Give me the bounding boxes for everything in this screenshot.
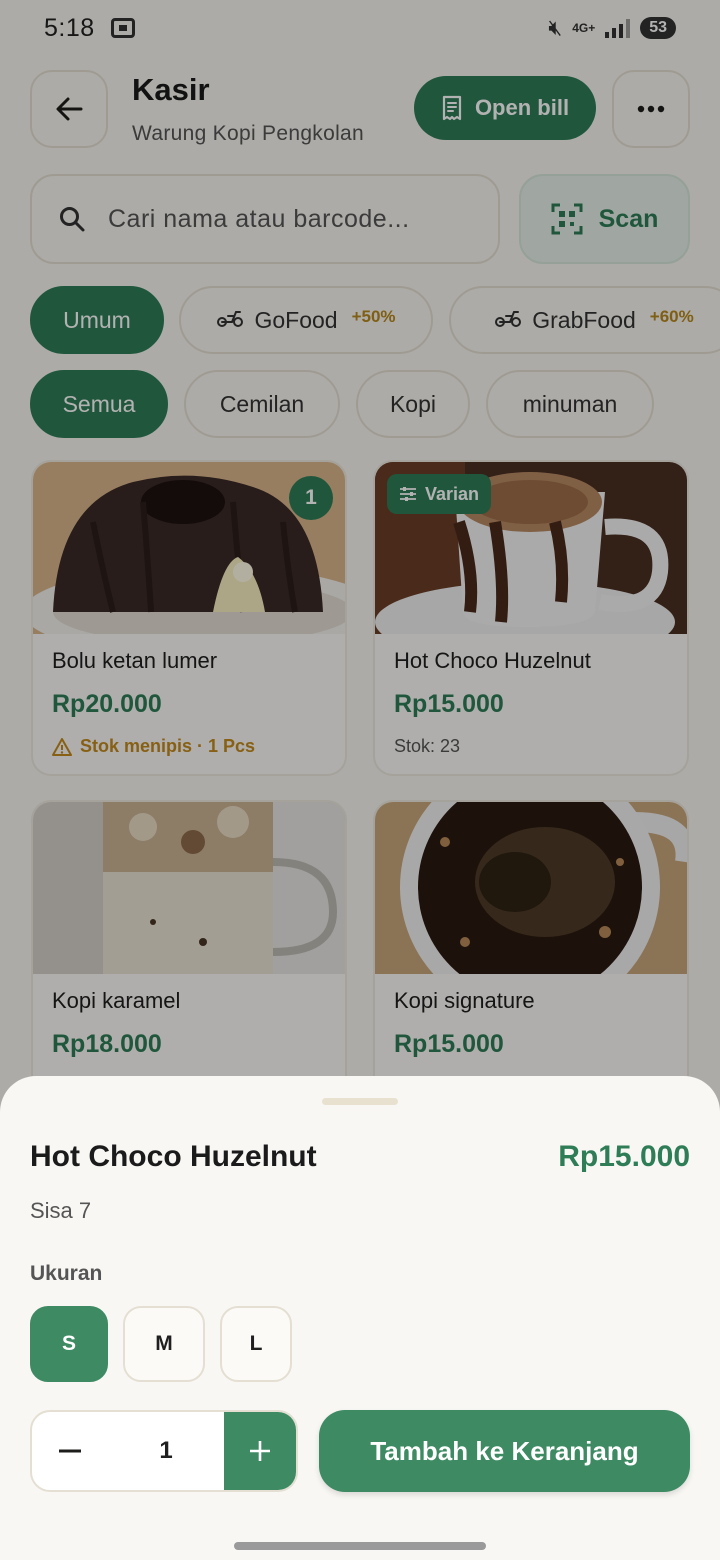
minus-icon: [59, 1449, 81, 1453]
sheet-drag-handle[interactable]: [322, 1098, 398, 1105]
size-label: M: [155, 1332, 173, 1355]
variant-bottom-sheet: Hot Choco Huzelnut Rp15.000 Sisa 7 Ukura…: [0, 1076, 720, 1560]
quantity-value: 1: [159, 1437, 173, 1464]
decrease-quantity-button[interactable]: [32, 1412, 108, 1490]
home-indicator[interactable]: [234, 1542, 486, 1550]
add-to-cart-button[interactable]: Tambah ke Keranjang: [319, 1410, 690, 1492]
sheet-product-price: Rp15.000: [558, 1140, 690, 1173]
size-option-l[interactable]: L: [220, 1306, 292, 1382]
size-option-s[interactable]: S: [30, 1306, 108, 1382]
size-label: S: [61, 1332, 76, 1355]
size-option-m[interactable]: M: [123, 1306, 205, 1382]
increase-quantity-button[interactable]: [224, 1412, 296, 1490]
size-label: L: [249, 1332, 263, 1355]
remaining-stock: Sisa 7: [30, 1198, 92, 1223]
sheet-product-name: Hot Choco Huzelnut: [30, 1140, 317, 1173]
quantity-stepper: 1: [30, 1410, 298, 1492]
plus-icon: [250, 1441, 270, 1461]
size-section-label: Ukuran: [30, 1262, 103, 1285]
